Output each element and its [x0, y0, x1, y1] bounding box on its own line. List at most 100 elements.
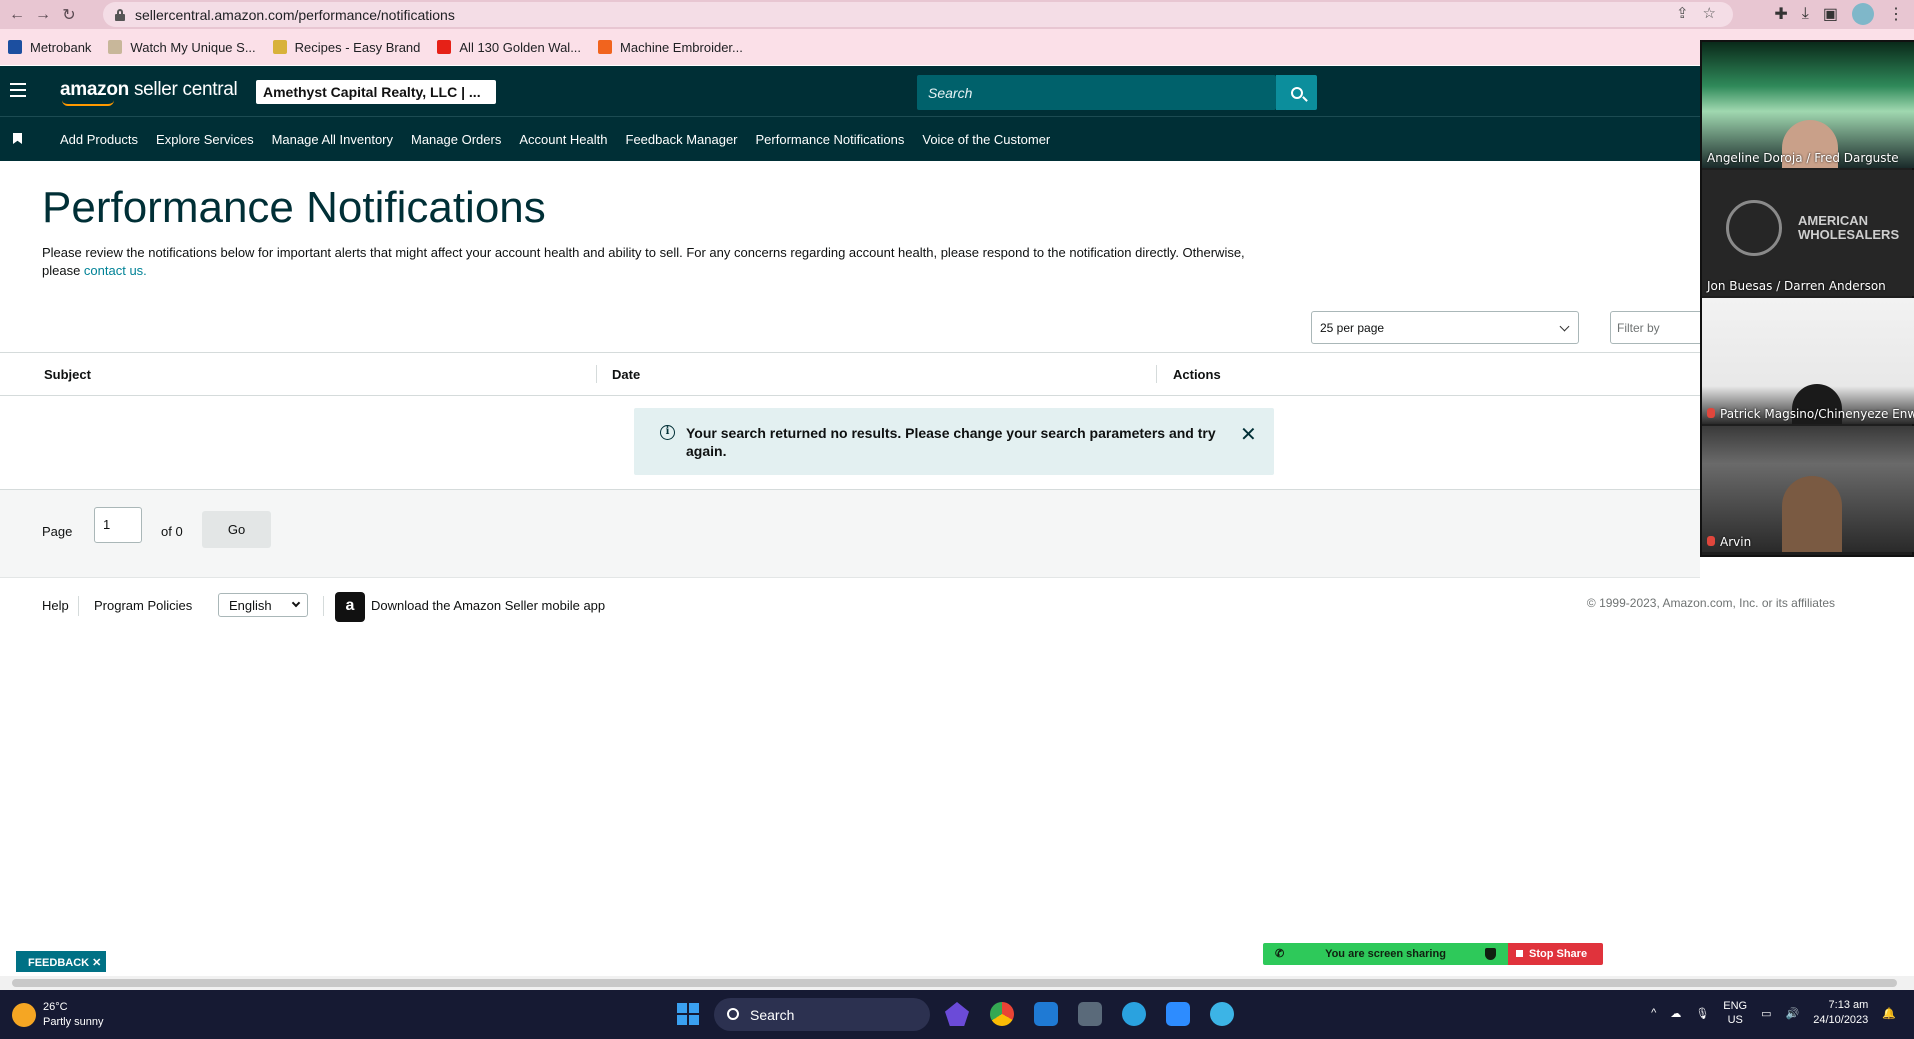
- bookmark-item[interactable]: All 130 Golden Wal...: [437, 40, 581, 55]
- notepad-icon[interactable]: [1034, 1002, 1058, 1026]
- video-tile[interactable]: AMERICAN WHOLESALERS Jon Buesas / Darren…: [1702, 170, 1914, 296]
- input-language[interactable]: ENG US: [1723, 999, 1747, 1027]
- program-policies-link[interactable]: Program Policies: [94, 598, 192, 613]
- back-icon[interactable]: ←: [4, 2, 30, 28]
- search-icon: [1290, 86, 1303, 99]
- network-icon[interactable]: ▭: [1761, 1007, 1771, 1020]
- extensions-icon[interactable]: ✚: [1774, 4, 1787, 24]
- bookmark-item[interactable]: Watch My Unique S...: [108, 40, 256, 55]
- bookmark-item[interactable]: Recipes - Easy Brand: [272, 40, 420, 55]
- side-panel-icon[interactable]: ▣: [1823, 4, 1838, 24]
- cloud-icon[interactable]: ☁: [1670, 1007, 1681, 1020]
- bookmark-star-icon[interactable]: ☆: [1703, 4, 1716, 22]
- chevron-down-icon: [1559, 321, 1570, 332]
- contact-us-link[interactable]: contact us.: [84, 263, 147, 278]
- nav-voice-of-customer[interactable]: Voice of the Customer: [922, 132, 1050, 147]
- search-icon: [727, 1008, 739, 1020]
- footer: Help Program Policies English a Download…: [0, 590, 1880, 622]
- language-select[interactable]: English: [218, 593, 308, 617]
- search-input[interactable]: Search: [917, 75, 1276, 110]
- clock[interactable]: 7:13 am 24/10/2023: [1813, 998, 1868, 1028]
- nav-add-products[interactable]: Add Products: [60, 132, 138, 147]
- bookmark-item[interactable]: Machine Embroider...: [598, 40, 743, 55]
- globe-icon[interactable]: [1210, 1002, 1234, 1026]
- telegram-icon[interactable]: [1122, 1002, 1146, 1026]
- chrome-icon[interactable]: [990, 1002, 1014, 1026]
- close-icon[interactable]: ✕: [1240, 422, 1257, 447]
- copyright: © 1999-2023, Amazon.com, Inc. or its aff…: [1586, 596, 1835, 610]
- windows-start-icon[interactable]: [677, 1003, 699, 1025]
- per-page-select[interactable]: 25 per page: [1311, 311, 1579, 344]
- menu-dots-icon[interactable]: ⋮: [1888, 4, 1904, 24]
- weather-widget[interactable]: 26°C Partly sunny: [43, 1000, 104, 1030]
- page-description: Please review the notifications below fo…: [42, 245, 1245, 278]
- nav-explore-services[interactable]: Explore Services: [156, 132, 254, 147]
- bookmark-icon[interactable]: [13, 133, 22, 144]
- filter-by-select[interactable]: Filter by: [1610, 311, 1710, 344]
- video-gallery: Angeline Doroja / Fred Darguste AMERICAN…: [1700, 40, 1914, 557]
- video-tile[interactable]: Angeline Doroja / Fred Darguste: [1702, 42, 1914, 168]
- bank-icon: [8, 40, 22, 54]
- profile-avatar[interactable]: [1852, 3, 1874, 25]
- share-icon[interactable]: ⇪: [1676, 4, 1689, 22]
- company-logo: [1726, 200, 1782, 256]
- bookmarks-bar: Metrobank Watch My Unique S... Recipes -…: [0, 29, 1914, 65]
- mic-muted-icon: [1707, 536, 1715, 546]
- screen-sharing-bar: ✆ You are screen sharing: [1263, 943, 1508, 965]
- page-title: Performance Notifications: [42, 183, 546, 232]
- site-icon: [272, 40, 287, 54]
- info-icon: i: [660, 425, 675, 440]
- page-number-input[interactable]: 1: [94, 507, 142, 543]
- video-tile[interactable]: Arvin: [1702, 426, 1914, 552]
- weather-icon[interactable]: [12, 1003, 36, 1027]
- system-tray: ^ ☁ 🎙 ENG US ▭ 🔊 7:13 am 24/10/2023 🔔: [1651, 998, 1896, 1028]
- url-text: sellercentral.amazon.com/performance/not…: [135, 6, 455, 23]
- nav-performance-notifications[interactable]: Performance Notifications: [756, 132, 905, 147]
- site-icon: [108, 40, 123, 54]
- etsy-icon: [598, 40, 613, 54]
- account-switcher[interactable]: Amethyst Capital Realty, LLC | ...: [256, 80, 496, 104]
- main-nav: Add Products Explore Services Manage All…: [0, 116, 1700, 161]
- browser-toolbar: ← → ↻ sellercentral.amazon.com/performan…: [0, 0, 1914, 29]
- volume-icon[interactable]: 🔊: [1786, 1007, 1800, 1020]
- app-icon[interactable]: [945, 1002, 969, 1026]
- zoom-icon[interactable]: [1166, 1002, 1190, 1026]
- video-tile[interactable]: Patrick Magsino/Chinenyeze Enw: [1702, 298, 1914, 424]
- column-actions: Actions: [1173, 367, 1221, 382]
- nav-feedback-manager[interactable]: Feedback Manager: [626, 132, 738, 147]
- phone-icon: ✆: [1275, 948, 1285, 960]
- pagination: Page 1 of 0 Go: [0, 489, 1700, 578]
- calculator-icon[interactable]: [1078, 1002, 1102, 1026]
- download-app-link[interactable]: Download the Amazon Seller mobile app: [371, 598, 605, 613]
- nav-manage-orders[interactable]: Manage Orders: [411, 132, 501, 147]
- amazon-app-icon: a: [335, 592, 365, 622]
- microphone-icon[interactable]: 🎙: [1695, 1007, 1709, 1020]
- horizontal-scrollbar[interactable]: [0, 976, 1914, 990]
- reload-icon[interactable]: ↻: [56, 2, 82, 28]
- search-button[interactable]: [1276, 75, 1317, 110]
- column-date[interactable]: Date: [612, 367, 640, 382]
- seller-central-header: amazon seller central Amethyst Capital R…: [0, 66, 1700, 116]
- page-total: of 0: [161, 524, 183, 539]
- feedback-button[interactable]: FEEDBACK ✕: [15, 950, 107, 973]
- nav-account-health[interactable]: Account Health: [519, 132, 607, 147]
- column-subject[interactable]: Subject: [44, 367, 91, 382]
- table-header: Subject Date Actions: [0, 352, 1700, 396]
- seller-central-logo[interactable]: amazon seller central: [60, 79, 238, 106]
- forward-icon[interactable]: →: [30, 2, 56, 28]
- youtube-icon: [437, 40, 452, 54]
- nav-manage-inventory[interactable]: Manage All Inventory: [272, 132, 393, 147]
- bookmark-item[interactable]: Metrobank: [8, 40, 91, 55]
- address-bar[interactable]: sellercentral.amazon.com/performance/not…: [103, 2, 1733, 27]
- chevron-down-icon: [291, 598, 301, 608]
- taskbar-search[interactable]: Search: [714, 998, 930, 1031]
- go-button[interactable]: Go: [202, 511, 271, 548]
- stop-share-button[interactable]: Stop Share: [1508, 943, 1603, 965]
- chevron-up-icon[interactable]: ^: [1651, 1007, 1656, 1019]
- mic-muted-icon: [1707, 408, 1715, 418]
- download-icon[interactable]: ⤓: [1802, 5, 1809, 23]
- help-link[interactable]: Help: [42, 598, 69, 613]
- notification-icon[interactable]: 🔔: [1882, 1007, 1896, 1020]
- shield-icon: [1485, 948, 1496, 960]
- hamburger-menu-icon[interactable]: [10, 83, 26, 97]
